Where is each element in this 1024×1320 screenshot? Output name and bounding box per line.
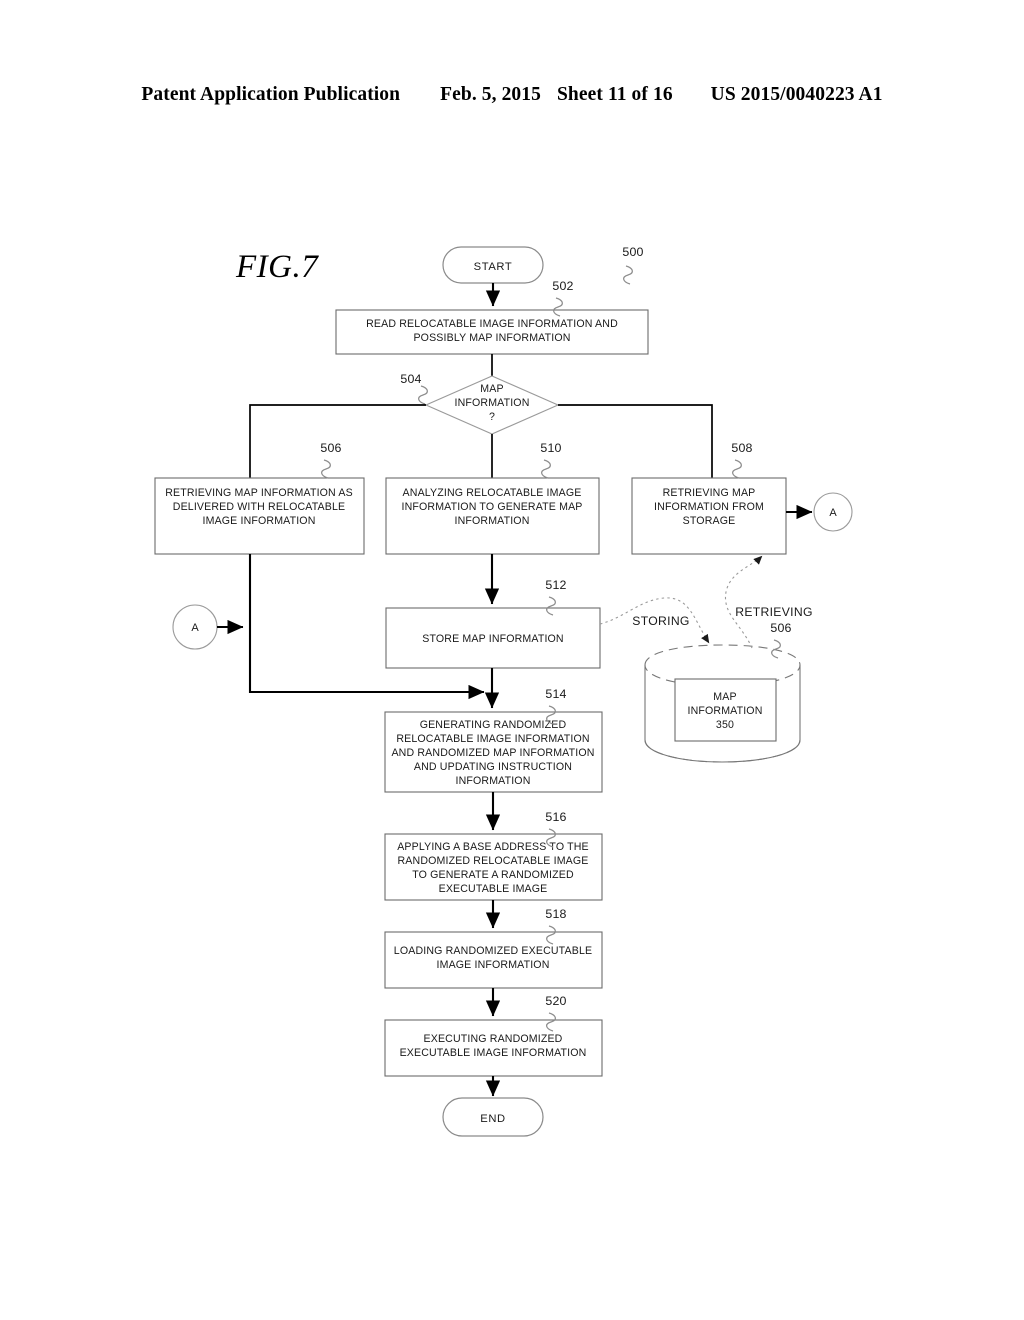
read-line-2: POSSIBLY MAP INFORMATION — [413, 332, 570, 344]
decision-line-1: MAP — [480, 383, 503, 395]
retrieving-storage-line-1: RETRIEVING MAP — [663, 487, 756, 499]
decision-line-2: INFORMATION — [454, 397, 529, 409]
ref-512: 512 — [545, 578, 566, 592]
store-map-label: STORE MAP INFORMATION — [422, 633, 563, 645]
flowchart-figure: FIG.7 500 START READ RELOCATABLE IMAGE I… — [154, 245, 853, 1137]
ref-518: 518 — [545, 907, 566, 921]
ref-514: 514 — [545, 687, 566, 701]
read-line-1: READ RELOCATABLE IMAGE INFORMATION AND — [366, 318, 618, 330]
patent-page: Patent Application Publication Feb. 5, 2… — [0, 0, 1024, 1320]
leader-squiggle-504 — [418, 385, 428, 405]
executing-line-2: EXECUTABLE IMAGE INFORMATION — [400, 1047, 587, 1059]
start-label: START — [474, 261, 513, 273]
connector-a-left-label: A — [191, 622, 199, 634]
retrieving-delivered-line-3: IMAGE INFORMATION — [203, 515, 316, 527]
storage-line-2: INFORMATION — [687, 705, 762, 717]
ref-508: 508 — [731, 441, 752, 455]
ref-520: 520 — [545, 994, 566, 1008]
ref-506: 506 — [320, 441, 341, 455]
leader-squiggle-508 — [732, 459, 742, 479]
connector-a-right-label: A — [829, 507, 837, 519]
applying-line-1: APPLYING A BASE ADDRESS TO THE — [397, 841, 589, 853]
retrieving-storage-line-3: STORAGE — [683, 515, 736, 527]
retrieving-storage-line-2: INFORMATION FROM — [654, 501, 764, 513]
loading-line-1: LOADING RANDOMIZED EXECUTABLE — [394, 945, 592, 957]
generating-line-1: GENERATING RANDOMIZED — [420, 719, 567, 731]
edge-decision-to-right — [558, 404, 713, 478]
decision-line-3: ? — [489, 411, 495, 423]
leader-squiggle-506 — [321, 459, 331, 479]
retrieving-flow-line — [724, 555, 763, 649]
ref-510: 510 — [540, 441, 561, 455]
ref-516: 516 — [545, 810, 566, 824]
executing-line-1: EXECUTING RANDOMIZED — [424, 1033, 563, 1045]
generating-line-2: RELOCATABLE IMAGE INFORMATION — [396, 733, 589, 745]
retrieving-delivered-line-2: DELIVERED WITH RELOCATABLE — [173, 501, 345, 513]
applying-line-3: TO GENERATE A RANDOMIZED — [412, 869, 574, 881]
generating-line-5: INFORMATION — [455, 775, 530, 787]
storage-line-3: 350 — [716, 719, 734, 731]
generating-line-4: AND UPDATING INSTRUCTION — [414, 761, 572, 773]
end-label: END — [480, 1113, 505, 1125]
ref-500: 500 — [622, 245, 643, 259]
storing-label: STORING — [632, 614, 689, 628]
ref-502: 502 — [552, 279, 573, 293]
retrieving-delivered-line-1: RETRIEVING MAP INFORMATION AS — [165, 487, 353, 499]
applying-line-2: RANDOMIZED RELOCATABLE IMAGE — [398, 855, 589, 867]
storage-line-1: MAP — [713, 691, 736, 703]
analyzing-line-1: ANALYZING RELOCATABLE IMAGE — [403, 487, 582, 499]
generating-line-3: AND RANDOMIZED MAP INFORMATION — [391, 747, 594, 759]
retrieving-label: RETRIEVING — [735, 605, 813, 619]
ref-506-storage: 506 — [770, 621, 791, 635]
leader-squiggle-506-storage — [771, 639, 781, 659]
leader-squiggle-510 — [541, 459, 551, 479]
leader-squiggle-500 — [623, 265, 633, 285]
loading-line-2: IMAGE INFORMATION — [437, 959, 550, 971]
figure-title: FIG.7 — [235, 249, 319, 285]
analyzing-line-2: INFORMATION TO GENERATE MAP — [401, 501, 582, 513]
ref-504: 504 — [400, 372, 421, 386]
applying-line-4: EXECUTABLE IMAGE — [439, 883, 548, 895]
analyzing-line-3: INFORMATION — [454, 515, 529, 527]
